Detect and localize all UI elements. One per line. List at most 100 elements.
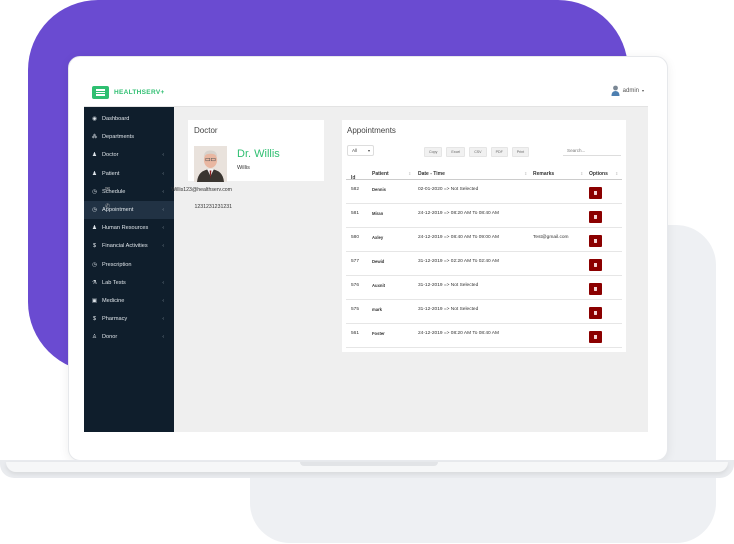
pdf-button[interactable]: PDF	[490, 147, 508, 157]
sidebar-item-doctor[interactable]: ♟ Doctor ‹	[84, 146, 174, 164]
sidebar-item-lab-tests[interactable]: ⚗ Lab Tests ‹	[84, 274, 174, 292]
trash-icon	[593, 287, 597, 291]
sidebar-item-pharmacy[interactable]: $ Pharmacy ‹	[84, 310, 174, 328]
sort-icon: ⇕	[615, 171, 619, 176]
cell-datetime: 24-12-2019 => 08:20 AM To 08:40 AM	[418, 211, 499, 216]
appointments-card: Appointments All ▾ Copy Excel CSV PDF Pr…	[342, 120, 626, 352]
cell-datetime: 02-01-2020 => Not Selected	[418, 187, 479, 192]
delete-button[interactable]	[589, 259, 602, 271]
doctor-photo	[194, 146, 227, 182]
table-header: Id ▼ Patient ⇕ Date - Time ⇕ Remarks ⇕ O…	[346, 167, 622, 181]
laptop-notch	[300, 462, 438, 466]
sidebar-item-prescription[interactable]: ◷ Prescription	[84, 256, 174, 274]
brand-logo-text: HEALTHSERV+	[114, 89, 165, 96]
sidebar-item-medicine[interactable]: ▣ Medicine ‹	[84, 292, 174, 310]
sort-icon: ⇕	[580, 171, 584, 176]
doctor-contact-info: ✉ Willis123@healthserv.com ✆ 12312312312…	[98, 184, 234, 218]
print-button[interactable]: Print	[511, 147, 530, 157]
column-header-remarks[interactable]: Remarks	[533, 171, 554, 177]
users-icon: ♟	[92, 170, 97, 177]
cell-datetime: 31-12-2019 => Not Selected	[418, 283, 479, 288]
column-header-datetime[interactable]: Date - Time	[418, 171, 445, 177]
cell-patient: Auxnit	[372, 283, 386, 288]
clock-icon: ◷	[92, 261, 97, 268]
cell-datetime: 24-12-2019 => 08:40 AM To 09:00 AM	[418, 235, 499, 240]
cell-datetime: 31-12-2019 => Not Selected	[418, 307, 479, 312]
chevron-down-icon: ▾	[367, 148, 370, 153]
user-menu[interactable]: admin ▾	[611, 85, 644, 96]
sidebar-item-label: Prescription	[102, 261, 132, 268]
sidebar: ◉ Dashboard ⁂ Departments ♟ Doctor ‹ ♟ Patient ‹ ◷…	[84, 107, 174, 432]
chevron-right-icon: ‹	[162, 279, 164, 286]
chevron-right-icon: ‹	[162, 334, 164, 341]
doctor-panel-title: Doctor	[194, 126, 218, 135]
table-row: 575 mark 31-12-2019 => Not Selected	[346, 300, 622, 324]
cell-id: 582	[351, 187, 360, 192]
trash-icon	[593, 239, 597, 243]
top-navbar: HEALTHSERV+ admin ▾	[84, 80, 648, 107]
sidebar-item-departments[interactable]: ⁂ Departments	[84, 128, 174, 146]
cell-id: 577	[351, 259, 360, 264]
copy-button[interactable]: Copy	[424, 147, 443, 157]
sidebar-item-human-resources[interactable]: ♟ Human Resources ‹	[84, 219, 174, 237]
sidebar-item-label: Human Resources	[102, 225, 149, 232]
cell-id: 581	[351, 211, 360, 216]
cell-patient: Dennis	[372, 187, 386, 192]
user-icon: ♙	[92, 334, 97, 341]
chevron-right-icon: ‹	[162, 243, 164, 250]
doctor-phone: 1231231231231	[194, 204, 232, 210]
marketing-stage: HEALTHSERV+ admin ▾ ◉ Dashboard ⁂ Departmen…	[0, 0, 734, 544]
hamburger-menu-icon[interactable]	[92, 86, 109, 99]
chevron-right-icon: ‹	[162, 297, 164, 304]
csv-button[interactable]: CSV	[469, 147, 487, 157]
search-input[interactable]: Search...	[563, 146, 621, 156]
column-header-options[interactable]: Options	[589, 171, 608, 177]
clock-icon: ◷	[92, 207, 97, 214]
dashboard-icon: ◉	[92, 116, 97, 123]
user-name: admin	[622, 87, 639, 94]
page-size-value: All	[352, 148, 358, 153]
medkit-icon: ▣	[91, 297, 98, 304]
excel-button[interactable]: Excel	[446, 147, 466, 157]
export-buttons: Copy Excel CSV PDF Print	[424, 147, 530, 157]
page-size-select[interactable]: All ▾	[347, 145, 374, 156]
flask-icon: ⚗	[92, 279, 97, 286]
sidebar-item-label: Donor	[102, 334, 118, 341]
app-screen: HEALTHSERV+ admin ▾ ◉ Dashboard ⁂ Departmen…	[84, 80, 648, 432]
delete-button[interactable]	[589, 187, 602, 199]
column-header-patient[interactable]: Patient	[372, 171, 389, 177]
table-row: 582 Dennis 02-01-2020 => Not Selected	[346, 180, 622, 204]
cell-patient: Dewid	[372, 259, 385, 264]
table-row: 561 Foster 24-12-2019 => 08:20 AM To 08:40…	[346, 324, 622, 348]
sidebar-item-label: Pharmacy	[102, 316, 128, 323]
delete-button[interactable]	[589, 211, 602, 223]
delete-button[interactable]	[589, 283, 602, 295]
doctor-email-row: ✉ Willis123@healthserv.com	[98, 184, 234, 201]
phone-icon: ✆	[105, 204, 111, 210]
delete-button[interactable]	[589, 307, 602, 319]
delete-button[interactable]	[589, 235, 602, 247]
cell-remarks: Test@gmail.com	[533, 235, 569, 240]
cell-patient: Foster	[372, 331, 385, 336]
chevron-right-icon: ‹	[162, 170, 164, 177]
sidebar-item-patient[interactable]: ♟ Patient ‹	[84, 165, 174, 183]
sidebar-item-dashboard[interactable]: ◉ Dashboard	[84, 110, 174, 128]
delete-button[interactable]	[589, 331, 602, 343]
users-icon: ♟	[92, 225, 97, 232]
sidebar-item-label: Patient	[102, 170, 120, 177]
chevron-right-icon: ‹	[162, 152, 164, 159]
appointments-title: Appointments	[347, 126, 396, 135]
sidebar-item-donor[interactable]: ♙ Donor ‹	[84, 328, 174, 346]
cell-id: 576	[351, 283, 360, 288]
sidebar-item-label: Financial Activities	[102, 243, 148, 250]
sidebar-item-financial-activities[interactable]: $ Financial Activities ‹	[84, 237, 174, 255]
sidebar-item-label: Dashboard	[102, 116, 130, 123]
dollar-icon: $	[92, 316, 97, 323]
trash-icon	[593, 311, 597, 315]
table-row: 576 Auxnit 31-12-2019 => Not Selected	[346, 276, 622, 300]
sort-icon: ⇕	[524, 171, 528, 176]
table-row: 577 Dewid 31-12-2019 => 02:20 AM To 02:40 …	[346, 252, 622, 276]
trash-icon	[593, 335, 597, 339]
envelope-icon: ✉	[105, 187, 111, 193]
cell-id: 561	[351, 331, 360, 336]
